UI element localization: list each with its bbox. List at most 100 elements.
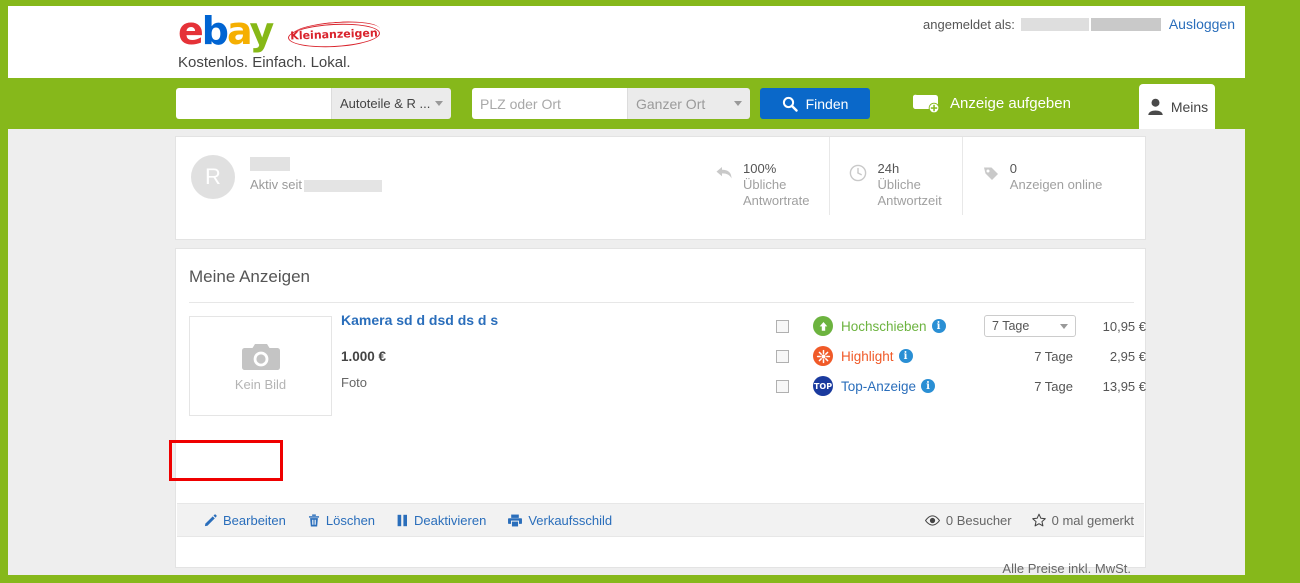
stat-text: 0 Anzeigen online xyxy=(1010,161,1103,193)
ad-view-stats: 0 Besucher 0 mal gemerkt xyxy=(924,512,1134,528)
site-header: ebay Kleinanzeigen Kostenlos. Einfach. L… xyxy=(8,6,1245,78)
promotion-duration: 7 Tage xyxy=(1034,348,1073,364)
print-sign-button[interactable]: Verkaufsschild xyxy=(508,513,612,528)
logo-letter-y: y xyxy=(249,9,274,53)
promotion-label[interactable]: Top-Anzeige xyxy=(841,379,916,394)
info-icon[interactable]: i xyxy=(898,349,913,363)
avatar: R xyxy=(191,155,235,199)
pause-icon xyxy=(397,514,408,526)
stat-response-time: 24h Übliche Antwortzeit xyxy=(829,137,961,215)
tag-icon xyxy=(983,167,998,180)
stat-response-rate: 100% Übliche Antwortrate xyxy=(696,137,829,215)
edit-ad-button[interactable]: Bearbeiten xyxy=(204,513,286,528)
radius-select-label: Ganzer Ort xyxy=(636,95,706,112)
post-ad-button[interactable]: Anzeige aufgeben xyxy=(911,86,1071,120)
location-input[interactable] xyxy=(472,88,627,119)
logout-link[interactable]: Ausloggen xyxy=(1169,16,1235,32)
category-select-label: Autoteile & R ... xyxy=(340,96,431,111)
ad-category: Foto xyxy=(341,375,368,390)
stat-line1: Anzeigen online xyxy=(1009,177,1103,192)
stat-line1: Übliche xyxy=(877,177,921,192)
promotion-checkbox-hochschieben[interactable] xyxy=(776,319,789,333)
vat-note: Alle Preise inkl. MwSt. xyxy=(1002,561,1131,576)
category-select[interactable]: Autoteile & R ... xyxy=(331,88,451,119)
user-icon xyxy=(1148,98,1163,116)
info-icon[interactable]: i xyxy=(931,319,946,333)
ad-price: 1.000 € xyxy=(341,349,387,364)
promotion-options: Hochschieben i 7 Tage 10,95 € Highlight … xyxy=(776,311,1146,401)
username-redaction-2 xyxy=(1090,17,1161,31)
visitor-count: 0 Besucher xyxy=(924,512,1012,528)
promotion-row-highlight: Highlight i 7 Tage 2,95 € xyxy=(776,341,1146,371)
login-status-label: angemeldet als: xyxy=(923,16,1015,32)
visitor-count-label: 0 Besucher xyxy=(945,512,1012,528)
location-group: Ganzer Ort xyxy=(472,88,750,119)
logo-letter-e: e xyxy=(178,9,204,53)
top-badge-text: TOP xyxy=(813,381,833,391)
promotion-price: 2,95 € xyxy=(1109,348,1146,364)
add-listing-icon xyxy=(913,94,940,114)
trash-icon xyxy=(308,513,319,526)
logo-letter-b: b xyxy=(201,9,229,53)
stat-value: 0 xyxy=(1009,161,1018,176)
printer-icon xyxy=(508,514,523,526)
kleinanzeigen-badge: Kleinanzeigen xyxy=(287,18,382,50)
find-button[interactable]: Finden xyxy=(760,88,870,119)
promotion-row-hochschieben: Hochschieben i 7 Tage 10,95 € xyxy=(776,311,1146,341)
eye-icon xyxy=(924,514,940,526)
brand-block[interactable]: ebay Kleinanzeigen Kostenlos. Einfach. L… xyxy=(170,8,570,78)
promotion-label[interactable]: Hochschieben xyxy=(841,319,927,334)
promotion-checkbox-top-anzeige[interactable] xyxy=(776,379,789,393)
stat-text: 24h Übliche Antwortzeit xyxy=(877,161,941,209)
no-image-label: Kein Bild xyxy=(234,376,287,392)
stat-text: 100% Übliche Antwortrate xyxy=(743,161,809,209)
profile-card: R Aktiv seit 100% Übliche Antwortrate 24… xyxy=(175,136,1146,240)
info-icon[interactable]: i xyxy=(921,379,936,393)
pencil-icon xyxy=(204,513,217,526)
deactivate-ad-label: Deaktivieren xyxy=(414,512,487,528)
arrow-up-circle-icon xyxy=(813,316,833,336)
active-since: Aktiv seit xyxy=(250,177,383,192)
find-button-label: Finden xyxy=(805,95,849,112)
chevron-down-icon xyxy=(435,101,443,106)
starburst-glyph xyxy=(816,349,830,363)
ad-thumbnail-placeholder: Kein Bild xyxy=(189,316,332,416)
search-input[interactable] xyxy=(176,88,331,119)
chevron-down-icon xyxy=(1060,323,1068,329)
stat-line2: Antwortrate xyxy=(743,193,810,208)
ad-action-bar: Bearbeiten Löschen Deaktivieren Verkaufs… xyxy=(177,503,1144,537)
ad-listing-row: Kein Bild Kamera sd d dsd ds d s 1.000 €… xyxy=(176,311,1146,576)
clock-icon xyxy=(850,164,867,182)
star-icon xyxy=(1031,513,1046,527)
watch-count-label: 0 mal gemerkt xyxy=(1051,512,1134,528)
tab-meins-label: Meins xyxy=(1170,98,1209,115)
active-since-label: Aktiv seit xyxy=(250,177,303,192)
ad-title-link[interactable]: Kamera sd d dsd ds d s xyxy=(341,311,721,329)
watch-count: 0 mal gemerkt xyxy=(1031,512,1134,528)
ebay-logo[interactable]: ebay xyxy=(178,9,274,53)
tab-meins[interactable]: Meins xyxy=(1139,84,1215,129)
print-sign-label: Verkaufsschild xyxy=(528,512,613,528)
reply-icon xyxy=(716,167,732,179)
profile-stats: 100% Übliche Antwortrate 24h Übliche Ant… xyxy=(696,137,1122,239)
profile-name-redaction xyxy=(250,157,290,171)
promotion-label[interactable]: Highlight xyxy=(841,349,894,364)
delete-ad-button[interactable]: Löschen xyxy=(308,513,375,528)
radius-select[interactable]: Ganzer Ort xyxy=(627,88,750,119)
ad-info: Kamera sd d dsd ds d s 1.000 € Foto xyxy=(341,311,721,390)
username-redaction-1 xyxy=(1020,17,1089,31)
deactivate-ad-button[interactable]: Deaktivieren xyxy=(397,513,486,528)
arrow-up-glyph xyxy=(819,321,827,331)
top-badge-icon: TOP xyxy=(813,376,833,396)
my-ads-title: Meine Anzeigen xyxy=(189,267,310,286)
chevron-down-icon xyxy=(734,101,742,106)
stat-ads-online: 0 Anzeigen online xyxy=(961,137,1123,215)
stat-value: 100% xyxy=(743,161,777,176)
search-group: Autoteile & R ... xyxy=(176,88,451,119)
promotion-checkbox-highlight[interactable] xyxy=(776,349,789,363)
camera-icon xyxy=(241,343,280,370)
promotion-duration-select[interactable]: 7 Tage xyxy=(984,315,1076,337)
stat-value: 24h xyxy=(877,161,900,176)
active-since-redaction xyxy=(304,179,383,192)
nav-bar: Autoteile & R ... Ganzer Ort Finden Anze… xyxy=(8,78,1245,129)
